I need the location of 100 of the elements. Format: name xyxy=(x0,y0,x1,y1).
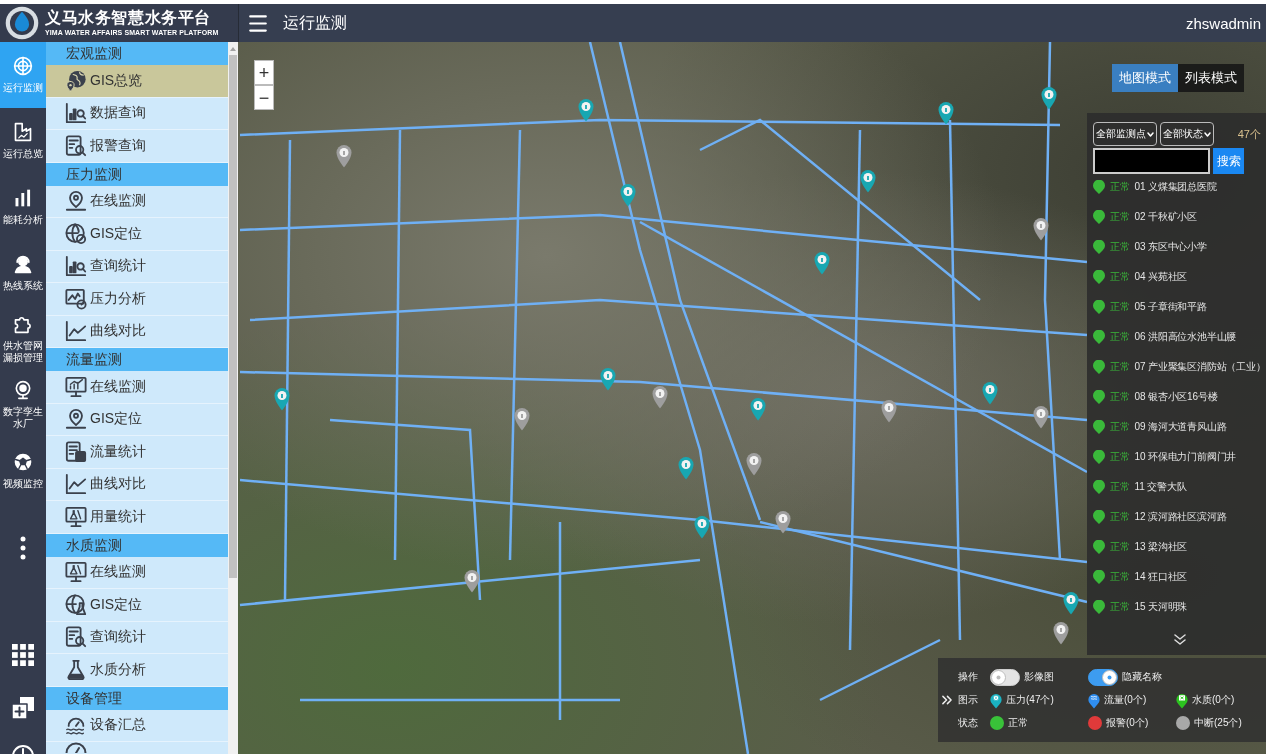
building-chart-icon xyxy=(13,122,33,142)
map-pin-icon[interactable] xyxy=(1063,591,1079,615)
section-header: 设备管理 xyxy=(46,686,228,710)
menu-item[interactable]: GIS总览 xyxy=(46,65,228,98)
section-header: 宏观监测 xyxy=(46,42,228,65)
username[interactable]: zhswadmin xyxy=(1185,14,1261,32)
document-search-icon xyxy=(65,134,87,157)
map-pin-icon[interactable] xyxy=(881,399,897,423)
map-pin-icon[interactable] xyxy=(514,407,530,431)
page-title: 运行监测 xyxy=(283,12,347,33)
nav-item[interactable]: 运行总览 xyxy=(0,108,46,174)
menu-item[interactable]: 查询统计 xyxy=(46,250,228,283)
chevrons-right-icon[interactable] xyxy=(942,695,952,705)
headset-person-icon xyxy=(13,254,33,274)
status-text: 正常 xyxy=(1110,450,1130,464)
map-pin-icon[interactable] xyxy=(464,569,480,593)
menu-item[interactable]: GIS定位 xyxy=(46,403,228,436)
menu-item[interactable]: 数据查询 xyxy=(46,97,228,130)
zoom-in-button[interactable]: + xyxy=(254,60,274,85)
menu-item[interactable]: 水质分析 xyxy=(46,654,228,687)
nav-item[interactable]: 供水管网漏损管理 xyxy=(0,306,46,372)
zoom-out-button[interactable]: − xyxy=(254,85,274,110)
menu-item[interactable]: GIS定位 xyxy=(46,218,228,251)
station-name[interactable]: 14 狂口社区 xyxy=(1134,570,1188,584)
menu-item[interactable]: 查询统计 xyxy=(46,621,228,654)
grid-icon[interactable] xyxy=(12,644,34,666)
toggle-switch[interactable] xyxy=(1088,668,1118,686)
menu-item[interactable]: GIS定位 xyxy=(46,589,228,622)
station-name[interactable]: 03 东区中心小学 xyxy=(1134,240,1207,254)
map-pin-icon[interactable] xyxy=(982,381,998,405)
station-name[interactable]: 08 银杏小区16号楼 xyxy=(1134,390,1218,404)
station-name[interactable]: 01 义煤集团总医院 xyxy=(1134,180,1217,194)
toggle-switch[interactable] xyxy=(990,668,1020,686)
station-name[interactable]: 06 洪阳高位水池半山腰 xyxy=(1134,330,1237,344)
filter-dropdown[interactable]: 全部监测点 xyxy=(1093,122,1157,146)
map-pin-icon[interactable] xyxy=(600,367,616,391)
map-pin-icon[interactable] xyxy=(1041,86,1057,110)
caret-icon xyxy=(1147,131,1154,137)
map-pin-icon[interactable] xyxy=(750,397,766,421)
map-pin-icon[interactable] xyxy=(652,385,668,409)
add-copy-icon[interactable] xyxy=(11,696,35,720)
status-text: 正常 xyxy=(1110,180,1130,194)
nav-item[interactable]: 能耗分析 xyxy=(0,174,46,240)
scroll-thumb[interactable] xyxy=(229,55,237,578)
mode-tab[interactable]: 列表模式 xyxy=(1178,64,1244,92)
map-pin-icon[interactable] xyxy=(694,515,710,539)
legend-text: 报警(0个) xyxy=(1106,716,1149,730)
filter-dropdown[interactable]: 全部状态 xyxy=(1160,122,1214,146)
clock-icon[interactable] xyxy=(11,744,35,754)
search-button[interactable]: 搜索 xyxy=(1213,148,1244,174)
menu-item[interactable]: 曲线对比 xyxy=(46,468,228,501)
mode-tab[interactable]: 地图模式 xyxy=(1112,64,1178,92)
map-pin-icon[interactable] xyxy=(578,98,594,122)
location-pin-icon xyxy=(65,408,87,431)
map-pin-icon[interactable] xyxy=(775,510,791,534)
station-name[interactable]: 13 梁沟社区 xyxy=(1134,540,1188,554)
menu-item[interactable]: 在线监测 xyxy=(46,371,228,404)
map-pin-icon[interactable] xyxy=(274,387,290,411)
station-name[interactable]: 12 滨河路社区滨河路 xyxy=(1134,510,1227,524)
status-text: 正常 xyxy=(1110,480,1130,494)
legend-text: 影像图 xyxy=(1024,670,1054,684)
more-vertical-icon[interactable] xyxy=(20,536,26,560)
line-chart-icon xyxy=(65,473,87,496)
station-name[interactable]: 15 天河明珠 xyxy=(1134,600,1188,614)
menu-item[interactable]: 用量统计 xyxy=(46,501,228,534)
map-pin-icon[interactable] xyxy=(1033,405,1049,429)
chevrons-down-icon[interactable] xyxy=(1173,634,1186,645)
map-pin-icon[interactable] xyxy=(814,251,830,275)
map-pin-icon[interactable] xyxy=(860,169,876,193)
legend-text: 隐藏名称 xyxy=(1122,670,1162,684)
map-pin-icon[interactable] xyxy=(1053,621,1069,645)
map-pin-icon[interactable] xyxy=(620,183,636,207)
map-pin-icon[interactable] xyxy=(678,456,694,480)
monitor-flask-icon xyxy=(65,561,87,584)
menu-item[interactable]: 压力分析 xyxy=(46,283,228,316)
station-name[interactable]: 04 兴苑社区 xyxy=(1134,270,1188,284)
nav-item[interactable]: 数字孪生水厂 xyxy=(0,372,46,438)
map-pin-icon[interactable] xyxy=(1033,217,1049,241)
menu-item[interactable]: 在线监测 xyxy=(46,556,228,589)
menu-item[interactable]: 报警查询 xyxy=(46,130,228,163)
bar-chart-search-icon xyxy=(65,255,87,278)
menu-icon[interactable] xyxy=(248,14,268,32)
menu-item[interactable]: 在线监测 xyxy=(46,185,228,218)
search-field[interactable] xyxy=(1093,148,1210,174)
station-name[interactable]: 07 产业聚集区消防站（工业） xyxy=(1134,360,1266,374)
station-name[interactable]: 09 海河大道青风山路 xyxy=(1134,420,1227,434)
nav-item[interactable]: 热线系统 xyxy=(0,240,46,306)
menu-item[interactable]: 流量统计 xyxy=(46,436,228,469)
station-name[interactable]: 10 环保电力门前阀门井 xyxy=(1134,450,1237,464)
scrollbar[interactable] xyxy=(228,42,238,754)
status-text: 正常 xyxy=(1110,240,1130,254)
station-name[interactable]: 11 交警大队 xyxy=(1134,480,1187,494)
legend-text: 流量(0个) xyxy=(1104,693,1147,707)
nav-item[interactable]: 视频监控 xyxy=(0,438,46,504)
legend-label: 图示 xyxy=(958,693,979,707)
station-name[interactable]: 02 千秋矿小区 xyxy=(1134,210,1197,224)
map-pin-icon[interactable] xyxy=(336,144,352,168)
map-pin-icon[interactable] xyxy=(938,101,954,125)
map-pin-icon[interactable] xyxy=(746,452,762,476)
station-name[interactable]: 05 子章街和平路 xyxy=(1134,300,1207,314)
